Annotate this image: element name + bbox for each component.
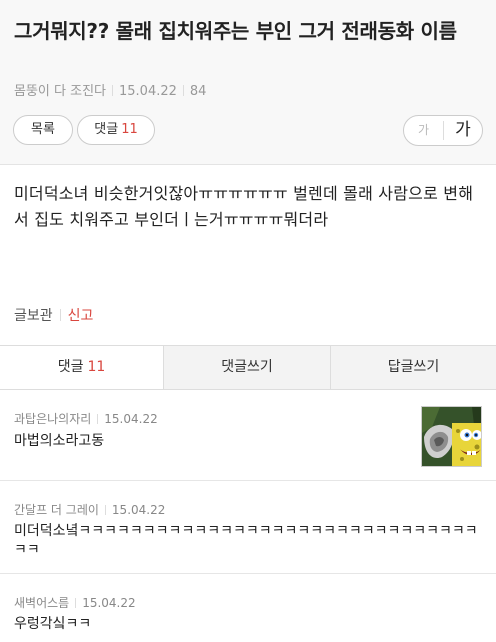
comment-count-badge: 11 xyxy=(121,122,138,137)
comment-author[interactable]: 새벽어스름 xyxy=(14,596,69,610)
report-link[interactable]: 신고 xyxy=(68,308,94,324)
comment-image-thumbnail[interactable] xyxy=(421,406,482,467)
tab-comments-label: 댓글 xyxy=(57,359,84,375)
comment-text: 우렁각싴ㅋㅋ xyxy=(14,616,92,632)
comment-button-label: 댓글 xyxy=(94,122,119,137)
comment-text: 미더덕소녘ㅋㅋㅋㅋㅋㅋㅋㅋㅋㅋㅋㅋㅋㅋㅋㅋㅋㅋㅋㅋㅋㅋㅋㅋㅋㅋㅋㅋㅋㅋㅋㅋㅋ xyxy=(14,523,478,558)
font-size-small-button[interactable]: 가 xyxy=(404,116,443,145)
post-date: 15.04.22 xyxy=(119,84,177,99)
tab-write-reply[interactable]: 답글쓰기 xyxy=(330,346,496,389)
tab-comments-count: 11 xyxy=(87,359,106,375)
post-author[interactable]: 몸뚱이 다 조진다 xyxy=(14,84,106,99)
comment-meta: 간달프 더 그레이 15.04.22 xyxy=(14,501,165,518)
comment-text: 마법의소라고동 xyxy=(14,433,105,449)
font-size-large-button[interactable]: 가 xyxy=(444,116,482,145)
post-meta: 몸뚱이 다 조진다 15.04.22 84 xyxy=(14,80,206,99)
post-title: 그거뭐지?? 몰래 집치워주는 부인 그거 전래동화 이름 xyxy=(14,19,457,43)
comment-date: 15.04.22 xyxy=(104,412,158,426)
comment-author[interactable]: 과탑은나의자리 xyxy=(14,412,91,426)
tab-comments[interactable]: 댓글 11 xyxy=(0,346,163,389)
comment-item: 간달프 더 그레이 15.04.22 미더덕소녘ㅋㅋㅋㅋㅋㅋㅋㅋㅋㅋㅋㅋㅋㅋㅋㅋㅋ… xyxy=(0,481,496,574)
post-header: 그거뭐지?? 몰래 집치워주는 부인 그거 전래동화 이름 몸뚱이 다 조진다 1… xyxy=(0,0,496,165)
meta-divider xyxy=(182,85,184,96)
list-button-label: 목록 xyxy=(31,122,55,137)
comment-tabs: 댓글 11 댓글쓰기 답글쓰기 xyxy=(0,345,496,390)
post-actions: 글보관 신고 xyxy=(14,305,93,325)
comment-meta-divider xyxy=(104,505,106,515)
comment-meta: 새벽어스름 15.04.22 xyxy=(14,594,136,611)
comment-date: 15.04.22 xyxy=(111,503,166,517)
font-size-toggle: 가 가 xyxy=(403,115,483,146)
comment-item: 새벽어스름 15.04.22 우렁각싴ㅋㅋ xyxy=(0,574,496,642)
save-post-link[interactable]: 글보관 xyxy=(14,308,53,324)
comment-meta-divider xyxy=(97,414,99,424)
comment-meta-divider xyxy=(75,598,77,608)
comment-button[interactable]: 댓글 11 xyxy=(77,115,155,145)
list-button[interactable]: 목록 xyxy=(13,115,73,145)
tab-write-comment[interactable]: 댓글쓰기 xyxy=(163,346,330,389)
meta-divider xyxy=(112,85,113,96)
comment-date: 15.04.22 xyxy=(82,596,136,610)
comment-author[interactable]: 간달프 더 그레이 xyxy=(14,503,99,517)
comment-item: 과탑은나의자리 15.04.22 마법의소라고동 xyxy=(0,390,496,481)
view-count: 84 xyxy=(189,84,207,99)
post-body: 미더덕소녀 비슷한거잇잖아ㅠㅠㅠㅠㅠㅠ 벌렌데 몰래 사람으로 변해서 집도 치… xyxy=(14,184,474,229)
comment-meta: 과탑은나의자리 15.04.22 xyxy=(14,410,158,427)
sponge-character-image xyxy=(422,407,481,466)
actions-divider xyxy=(59,309,61,321)
